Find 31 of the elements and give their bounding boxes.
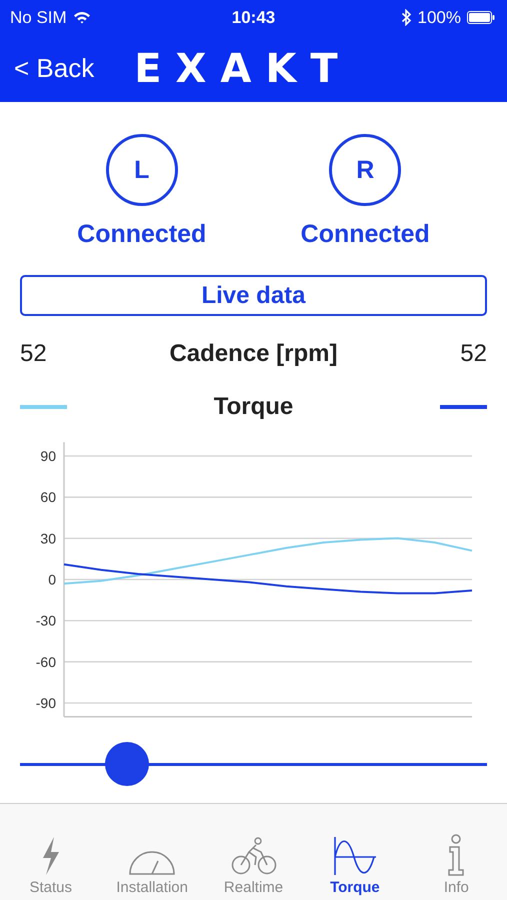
back-button[interactable]: < Back bbox=[14, 53, 94, 84]
y-tick-label: 30 bbox=[40, 530, 56, 546]
bicycle-icon bbox=[230, 836, 277, 876]
sensor-badge: R bbox=[329, 134, 402, 206]
connection-status: Connected bbox=[77, 220, 206, 249]
y-tick-label: 60 bbox=[40, 489, 56, 506]
tab-item[interactable]: Torque bbox=[304, 804, 406, 900]
torque-label: Torque bbox=[214, 393, 294, 421]
logo-text: EXAKT bbox=[134, 46, 352, 92]
wifi-icon bbox=[72, 11, 91, 24]
sine-wave-icon bbox=[332, 836, 378, 876]
sensor-badge: L bbox=[106, 134, 178, 206]
cadence-value: 52 bbox=[460, 340, 487, 368]
tab-item[interactable]: Status bbox=[0, 804, 102, 900]
live-data-button[interactable]: Live data bbox=[20, 275, 487, 316]
y-tick-label: -90 bbox=[36, 694, 56, 711]
y-tick-label: 90 bbox=[40, 448, 56, 464]
cadence-label: Cadence [rpm] bbox=[169, 340, 338, 368]
y-tick-label: -30 bbox=[36, 612, 56, 629]
battery-icon bbox=[467, 11, 495, 24]
bluetooth-icon bbox=[400, 9, 412, 26]
connection-status: Connected bbox=[300, 220, 430, 249]
battery-percent: 100% bbox=[418, 8, 461, 28]
y-tick-label: -60 bbox=[36, 654, 56, 670]
cadence-value: 52 bbox=[20, 340, 47, 368]
tab-item[interactable]: Realtime bbox=[202, 804, 304, 900]
carrier-text: No SIM bbox=[10, 8, 67, 28]
tab-item[interactable]: Info bbox=[406, 804, 507, 900]
y-tick-label: 0 bbox=[48, 572, 56, 588]
clock-text: 10:43 bbox=[232, 8, 276, 28]
tab-item[interactable]: Installation bbox=[101, 804, 203, 900]
